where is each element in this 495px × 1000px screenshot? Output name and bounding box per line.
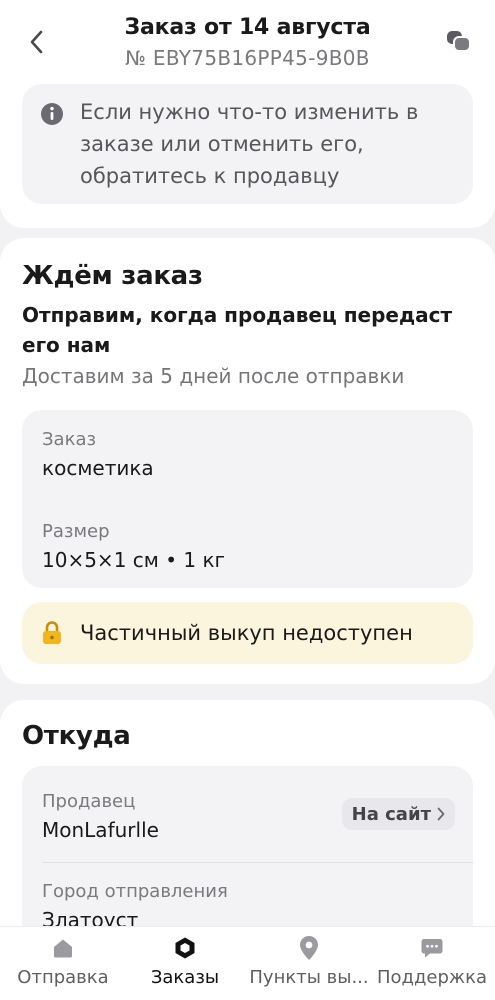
divider bbox=[42, 862, 473, 863]
order-label: Заказ bbox=[42, 429, 97, 450]
status-card: Ждём заказ Отправим, когда продавец пере… bbox=[0, 238, 495, 684]
nav-item-orders[interactable]: Заказы bbox=[132, 927, 238, 1000]
nav-label-send: Отправка bbox=[17, 967, 109, 988]
nav-item-send[interactable]: Отправка bbox=[8, 927, 118, 1000]
go-to-site-button[interactable]: На сайт bbox=[341, 798, 455, 830]
size-value: 10×5×1 см • 1 кг bbox=[42, 548, 226, 572]
order-number: № EBY75B16PP45-9B0B bbox=[125, 46, 370, 70]
origin-heading: Откуда bbox=[22, 721, 131, 751]
nav-item-support[interactable]: Поддержка bbox=[376, 927, 488, 1000]
status-line-2: его нам bbox=[22, 333, 111, 357]
chat-bubbles-icon bbox=[447, 31, 471, 52]
info-card: Если нужно что-то изменить в заказе или … bbox=[0, 84, 495, 228]
partial-buyout-warning: Частичный выкуп недоступен bbox=[22, 602, 473, 664]
order-details: Заказ косметика Размер 10×5×1 см • 1 кг bbox=[22, 410, 473, 588]
header: Заказ от 14 августа № EBY75B16PP45-9B0B bbox=[0, 0, 495, 84]
status-line-1: Отправим, когда продавец передаст bbox=[22, 303, 453, 327]
go-to-site-label: На сайт bbox=[351, 803, 431, 825]
page-title: Заказ от 14 августа bbox=[124, 15, 371, 40]
warning-text: Частичный выкуп недоступен bbox=[80, 621, 413, 645]
nav-label-pickup-points: Пункты вы... bbox=[249, 967, 369, 988]
back-button[interactable] bbox=[18, 22, 54, 62]
chat-bubble-icon bbox=[421, 939, 443, 958]
orders-icon bbox=[175, 937, 195, 959]
size-label: Размер bbox=[42, 521, 110, 542]
lock-icon bbox=[43, 621, 61, 644]
bottom-nav: Отправка Заказы Пункты вы... Поддержка bbox=[0, 926, 495, 1000]
chevron-left-icon bbox=[30, 30, 43, 54]
info-banner: Если нужно что-то изменить в заказе или … bbox=[22, 84, 473, 204]
order-value: косметика bbox=[42, 456, 154, 480]
chevron-right-icon bbox=[437, 807, 445, 821]
seller-details: Продавец MonLafurlle На сайт Город отпра… bbox=[22, 766, 473, 946]
delivery-note: Доставим за 5 дней после отправки bbox=[22, 364, 405, 388]
status-heading: Ждём заказ bbox=[22, 261, 203, 291]
chat-button[interactable] bbox=[445, 28, 473, 56]
home-icon bbox=[54, 939, 72, 958]
order-screen: Заказ от 14 августа № EBY75B16PP45-9B0B … bbox=[0, 0, 495, 1000]
location-pin-icon bbox=[300, 936, 318, 960]
seller-label: Продавец bbox=[42, 791, 136, 812]
nav-item-pickup-points[interactable]: Пункты вы... bbox=[246, 927, 372, 1000]
seller-value: MonLafurlle bbox=[42, 818, 159, 842]
nav-label-orders: Заказы bbox=[150, 967, 220, 988]
city-label: Город отправления bbox=[42, 881, 228, 902]
info-icon bbox=[41, 103, 63, 125]
nav-label-support: Поддержка bbox=[376, 967, 488, 988]
info-text: Если нужно что-то изменить в заказе или … bbox=[80, 100, 419, 188]
